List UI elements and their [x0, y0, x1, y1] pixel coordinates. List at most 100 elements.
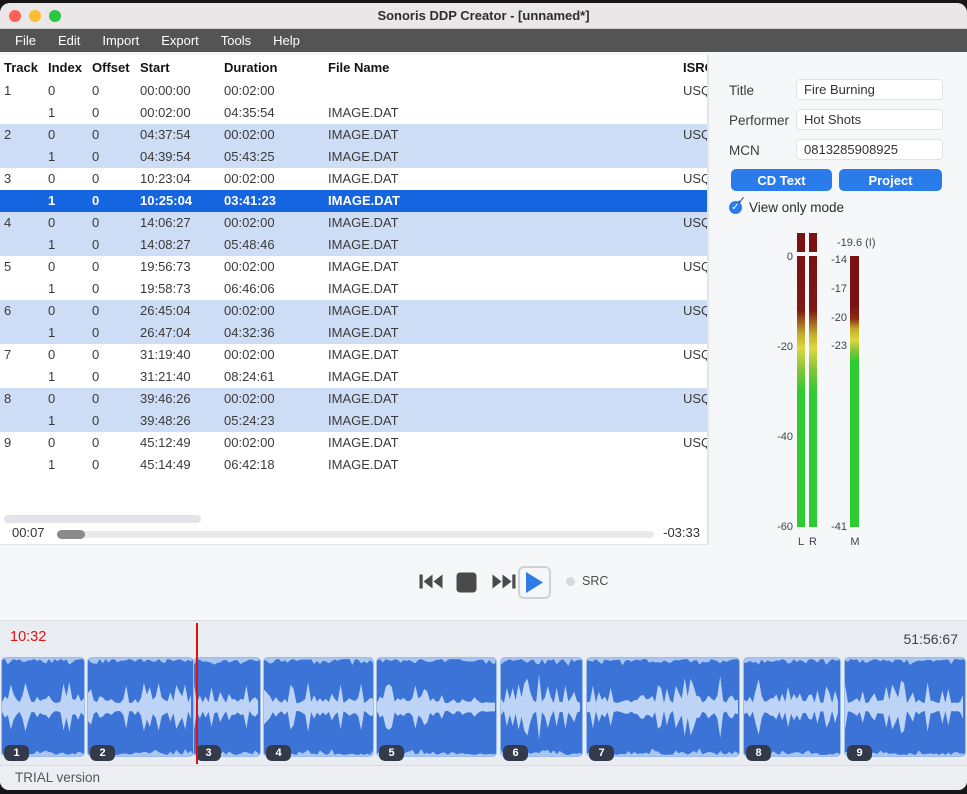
meter-left-over — [797, 233, 805, 252]
table-row[interactable]: 1 0 19:58:73 06:46:06 IMAGE.DAT — [0, 278, 707, 300]
cell-filename: IMAGE.DAT — [328, 344, 628, 366]
next-track-button[interactable] — [492, 573, 516, 593]
table-row[interactable]: 9 0 0 45:12:49 00:02:00 IMAGE.DAT USQ — [0, 432, 707, 454]
waveform-track-8[interactable] — [743, 657, 841, 757]
cell-filename: IMAGE.DAT — [328, 102, 628, 124]
meter-left-bar — [797, 256, 805, 527]
stop-button[interactable] — [456, 572, 477, 596]
table-row[interactable]: 8 0 0 39:46:26 00:02:00 IMAGE.DAT USQ — [0, 388, 707, 410]
cell-duration: 03:41:23 — [224, 190, 322, 212]
cell-index: 1 — [48, 146, 90, 168]
table-row[interactable]: 1 0 14:08:27 05:48:46 IMAGE.DAT — [0, 234, 707, 256]
waveform-track-4[interactable] — [263, 657, 374, 757]
table-row[interactable]: 1 0 26:47:04 04:32:36 IMAGE.DAT — [0, 322, 707, 344]
meter-m-scale-23: -23 — [811, 340, 847, 352]
cell-track: 6 — [4, 300, 46, 322]
table-row[interactable]: 1 0 0 00:00:00 00:02:00 USQ — [0, 80, 707, 102]
table-row[interactable]: 1 0 45:14:49 06:42:18 IMAGE.DAT — [0, 454, 707, 476]
table-row[interactable]: 1 0 31:21:40 08:24:61 IMAGE.DAT — [0, 366, 707, 388]
cell-track: 3 — [4, 168, 46, 190]
waveform-track-6[interactable] — [500, 657, 583, 757]
col-filename: File Name — [328, 57, 628, 79]
cell-track: 1 — [4, 80, 46, 102]
table-row[interactable]: 1 0 39:48:26 05:24:23 IMAGE.DAT — [0, 410, 707, 432]
cell-duration: 00:02:00 — [224, 212, 322, 234]
track-number-badge: 7 — [589, 745, 614, 761]
cell-index: 1 — [48, 410, 90, 432]
cell-isrc — [683, 102, 708, 124]
table-row[interactable]: 7 0 0 31:19:40 00:02:00 IMAGE.DAT USQ — [0, 344, 707, 366]
playhead-line — [196, 623, 198, 764]
cell-start: 19:58:73 — [140, 278, 222, 300]
table-row[interactable]: 5 0 0 19:56:73 00:02:00 IMAGE.DAT USQ — [0, 256, 707, 278]
table-row[interactable]: 4 0 0 14:06:27 00:02:00 IMAGE.DAT USQ — [0, 212, 707, 234]
menu-tools[interactable]: Tools — [210, 29, 262, 52]
cell-isrc: USQ — [683, 300, 708, 322]
project-button[interactable]: Project — [839, 169, 942, 191]
menu-edit[interactable]: Edit — [47, 29, 91, 52]
cell-duration: 00:02:00 — [224, 256, 322, 278]
track-number-badge: 6 — [503, 745, 528, 761]
meter-m-scale-20: -20 — [811, 312, 847, 324]
cell-isrc — [683, 190, 708, 212]
waveform-track-2[interactable] — [87, 657, 194, 757]
cell-filename: IMAGE.DAT — [328, 366, 628, 388]
play-button[interactable] — [525, 571, 544, 597]
table-hscrollbar[interactable] — [4, 515, 201, 523]
cell-duration: 00:02:00 — [224, 80, 322, 102]
table-row[interactable]: 1 0 04:39:54 05:43:25 IMAGE.DAT — [0, 146, 707, 168]
cell-filename: IMAGE.DAT — [328, 234, 628, 256]
cell-track — [4, 410, 46, 432]
cell-isrc — [683, 366, 708, 388]
track-number-badge: 3 — [196, 745, 221, 761]
col-duration: Duration — [224, 57, 322, 79]
waveform-track-7[interactable] — [586, 657, 740, 757]
cell-filename: IMAGE.DAT — [328, 190, 628, 212]
table-row[interactable]: 1 0 10:25:04 03:41:23 IMAGE.DAT — [0, 190, 707, 212]
cell-offset: 0 — [92, 190, 138, 212]
table-row[interactable]: 3 0 0 10:23:04 00:02:00 IMAGE.DAT USQ — [0, 168, 707, 190]
cell-duration: 00:02:00 — [224, 344, 322, 366]
waveform-track-5[interactable] — [376, 657, 497, 757]
cd-text-button[interactable]: CD Text — [731, 169, 832, 191]
waveform-track-3[interactable] — [193, 657, 261, 757]
src-label: SRC — [582, 574, 608, 588]
cell-filename: IMAGE.DAT — [328, 278, 628, 300]
meter-m-scale-14: -14 — [811, 254, 847, 266]
cell-index: 0 — [48, 344, 90, 366]
cell-track — [4, 278, 46, 300]
cell-duration: 00:02:00 — [224, 388, 322, 410]
cell-isrc — [683, 146, 708, 168]
waveform-track-9[interactable] — [844, 657, 966, 757]
side-panel: Title Performer MCN CD Text Project ✓ Vi… — [708, 55, 967, 545]
cell-start: 45:12:49 — [140, 432, 222, 454]
menu-export[interactable]: Export — [150, 29, 210, 52]
cell-start: 10:25:04 — [140, 190, 222, 212]
cell-offset: 0 — [92, 410, 138, 432]
menu-file[interactable]: File — [4, 29, 47, 52]
cell-isrc — [683, 278, 708, 300]
cell-isrc: USQ — [683, 80, 708, 102]
performer-field[interactable] — [796, 109, 943, 130]
cell-isrc: USQ — [683, 168, 708, 190]
col-index: Index — [48, 57, 90, 79]
level-meters: 0 -20 -40 -60 -19.6 (I) -14 -17 -20 -23 … — [771, 228, 961, 558]
view-only-label: View only mode — [749, 200, 844, 215]
waveform-track-1[interactable] — [1, 657, 85, 757]
title-field[interactable] — [796, 79, 943, 100]
seek-remaining-label: -03:33 — [648, 525, 700, 540]
table-row[interactable]: 6 0 0 26:45:04 00:02:00 IMAGE.DAT USQ — [0, 300, 707, 322]
seek-slider-thumb[interactable] — [57, 530, 85, 539]
table-row[interactable]: 2 0 0 04:37:54 00:02:00 IMAGE.DAT USQ — [0, 124, 707, 146]
mcn-field[interactable] — [796, 139, 943, 160]
menu-import[interactable]: Import — [91, 29, 150, 52]
cell-duration: 00:02:00 — [224, 124, 322, 146]
seek-slider[interactable] — [57, 531, 654, 538]
cell-index: 1 — [48, 454, 90, 476]
table-row[interactable]: 1 0 00:02:00 04:35:54 IMAGE.DAT — [0, 102, 707, 124]
cell-start: 31:21:40 — [140, 366, 222, 388]
previous-track-button[interactable] — [419, 573, 443, 593]
cell-isrc — [683, 322, 708, 344]
cell-offset: 0 — [92, 256, 138, 278]
menu-help[interactable]: Help — [262, 29, 311, 52]
